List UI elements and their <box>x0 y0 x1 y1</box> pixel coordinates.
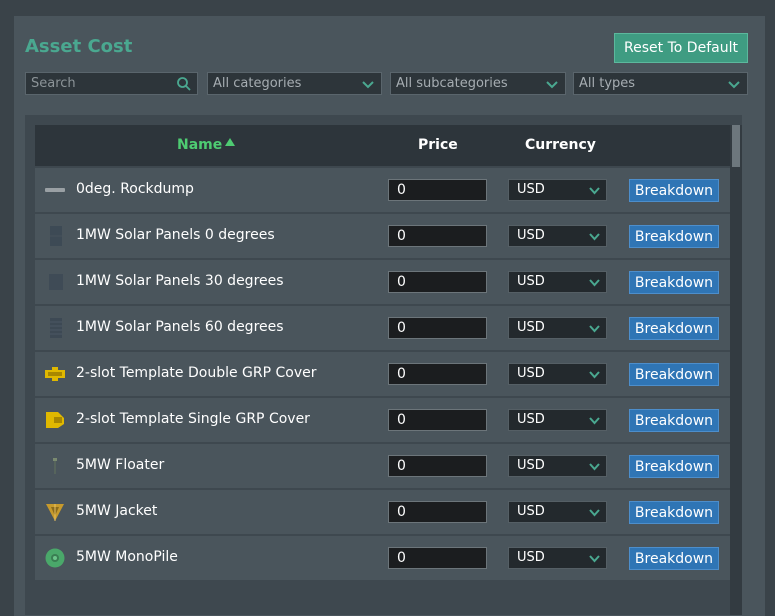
currency-dropdown[interactable]: USD <box>508 501 607 523</box>
currency-value: USD <box>517 504 545 519</box>
currency-value: USD <box>517 182 545 197</box>
solar-panel-icon <box>50 318 62 338</box>
price-input[interactable] <box>388 317 487 339</box>
price-input[interactable] <box>388 225 487 247</box>
rockdump-icon <box>45 188 65 192</box>
price-input[interactable] <box>388 547 487 569</box>
type-dropdown[interactable]: All types <box>573 72 748 95</box>
breakdown-button[interactable]: Breakdown <box>629 455 719 478</box>
breakdown-button[interactable]: Breakdown <box>629 225 719 248</box>
column-header-name[interactable]: Name <box>177 137 222 153</box>
chevron-down-icon <box>589 555 600 563</box>
currency-dropdown[interactable]: USD <box>508 409 607 431</box>
reset-to-default-button[interactable]: Reset To Default <box>614 33 748 63</box>
chevron-down-icon <box>589 325 600 333</box>
search-icon[interactable] <box>176 76 192 92</box>
search-field[interactable] <box>25 72 198 95</box>
currency-value: USD <box>517 366 545 381</box>
scrollbar[interactable] <box>730 125 742 615</box>
asset-name: 1MW Solar Panels 60 degrees <box>76 319 284 335</box>
floater-icon <box>53 458 57 474</box>
chevron-down-icon <box>589 187 600 195</box>
jacket-icon <box>46 504 64 521</box>
category-dropdown-value: All categories <box>213 76 302 91</box>
table-row: 5MW Floater USD Breakdown <box>35 444 730 488</box>
table-row: 2-slot Template Single GRP Cover USD Bre… <box>35 398 730 442</box>
asset-name: 1MW Solar Panels 30 degrees <box>76 273 284 289</box>
table-row: 1MW Solar Panels 60 degrees USD Breakdow… <box>35 306 730 350</box>
breakdown-button[interactable]: Breakdown <box>629 409 719 432</box>
price-input[interactable] <box>388 363 487 385</box>
solar-panel-icon <box>49 274 63 290</box>
asset-name: 5MW Jacket <box>76 503 158 519</box>
price-input[interactable] <box>388 455 487 477</box>
currency-value: USD <box>517 412 545 427</box>
category-dropdown[interactable]: All categories <box>207 72 382 95</box>
asset-cost-panel: Asset Cost Reset To Default All categori… <box>14 16 765 616</box>
breakdown-button[interactable]: Breakdown <box>629 317 719 340</box>
currency-dropdown[interactable]: USD <box>508 271 607 293</box>
table-row: 1MW Solar Panels 0 degrees USD Breakdown <box>35 214 730 258</box>
sort-ascending-icon[interactable] <box>225 138 235 146</box>
chevron-down-icon <box>589 279 600 287</box>
currency-dropdown[interactable]: USD <box>508 317 607 339</box>
scrollbar-thumb[interactable] <box>732 125 740 167</box>
table-header: Name Price Currency <box>35 125 730 166</box>
asset-name: 5MW Floater <box>76 457 165 473</box>
breakdown-button[interactable]: Breakdown <box>629 547 719 570</box>
template-single-icon <box>46 412 64 428</box>
asset-name: 1MW Solar Panels 0 degrees <box>76 227 275 243</box>
type-dropdown-value: All types <box>579 76 636 91</box>
price-input[interactable] <box>388 409 487 431</box>
asset-name: 0deg. Rockdump <box>76 181 194 197</box>
table-row: 5MW Jacket USD Breakdown <box>35 490 730 534</box>
breakdown-button[interactable]: Breakdown <box>629 179 719 202</box>
table-row: 2-slot Template Double GRP Cover USD Bre… <box>35 352 730 396</box>
currency-value: USD <box>517 550 545 565</box>
currency-dropdown[interactable]: USD <box>508 363 607 385</box>
asset-name: 2-slot Template Single GRP Cover <box>76 411 310 427</box>
table-row: 5MW MonoPile USD Breakdown <box>35 536 730 580</box>
currency-dropdown[interactable]: USD <box>508 455 607 477</box>
page-title: Asset Cost <box>25 36 133 57</box>
table-row: 0deg. Rockdump USD Breakdown <box>35 168 730 212</box>
currency-dropdown[interactable]: USD <box>508 179 607 201</box>
table-body: 0deg. Rockdump USD Breakdown 1MW Solar P… <box>35 168 730 582</box>
subcategory-dropdown[interactable]: All subcategories <box>390 72 566 95</box>
template-double-icon <box>45 367 65 381</box>
search-input[interactable] <box>31 73 171 94</box>
price-input[interactable] <box>388 271 487 293</box>
currency-dropdown[interactable]: USD <box>508 547 607 569</box>
currency-dropdown[interactable]: USD <box>508 225 607 247</box>
chevron-down-icon <box>589 509 600 517</box>
currency-value: USD <box>517 228 545 243</box>
price-input[interactable] <box>388 501 487 523</box>
chevron-down-icon <box>546 81 558 89</box>
currency-value: USD <box>517 458 545 473</box>
breakdown-button[interactable]: Breakdown <box>629 271 719 294</box>
chevron-down-icon <box>589 417 600 425</box>
table-row: 1MW Solar Panels 30 degrees USD Breakdow… <box>35 260 730 304</box>
chevron-down-icon <box>589 371 600 379</box>
chevron-down-icon <box>728 81 740 89</box>
monopile-icon <box>45 548 65 568</box>
chevron-down-icon <box>589 233 600 241</box>
solar-panel-icon <box>50 226 62 246</box>
breakdown-button[interactable]: Breakdown <box>629 501 719 524</box>
chevron-down-icon <box>589 463 600 471</box>
asset-list: Name Price Currency 0deg. Rockdump USD B… <box>25 115 742 615</box>
currency-value: USD <box>517 274 545 289</box>
asset-name: 2-slot Template Double GRP Cover <box>76 365 317 381</box>
breakdown-button[interactable]: Breakdown <box>629 363 719 386</box>
column-header-price: Price <box>418 137 458 153</box>
asset-name: 5MW MonoPile <box>76 549 178 565</box>
currency-value: USD <box>517 320 545 335</box>
subcategory-dropdown-value: All subcategories <box>396 76 508 91</box>
price-input[interactable] <box>388 179 487 201</box>
column-header-currency: Currency <box>525 137 596 153</box>
chevron-down-icon <box>362 81 374 89</box>
